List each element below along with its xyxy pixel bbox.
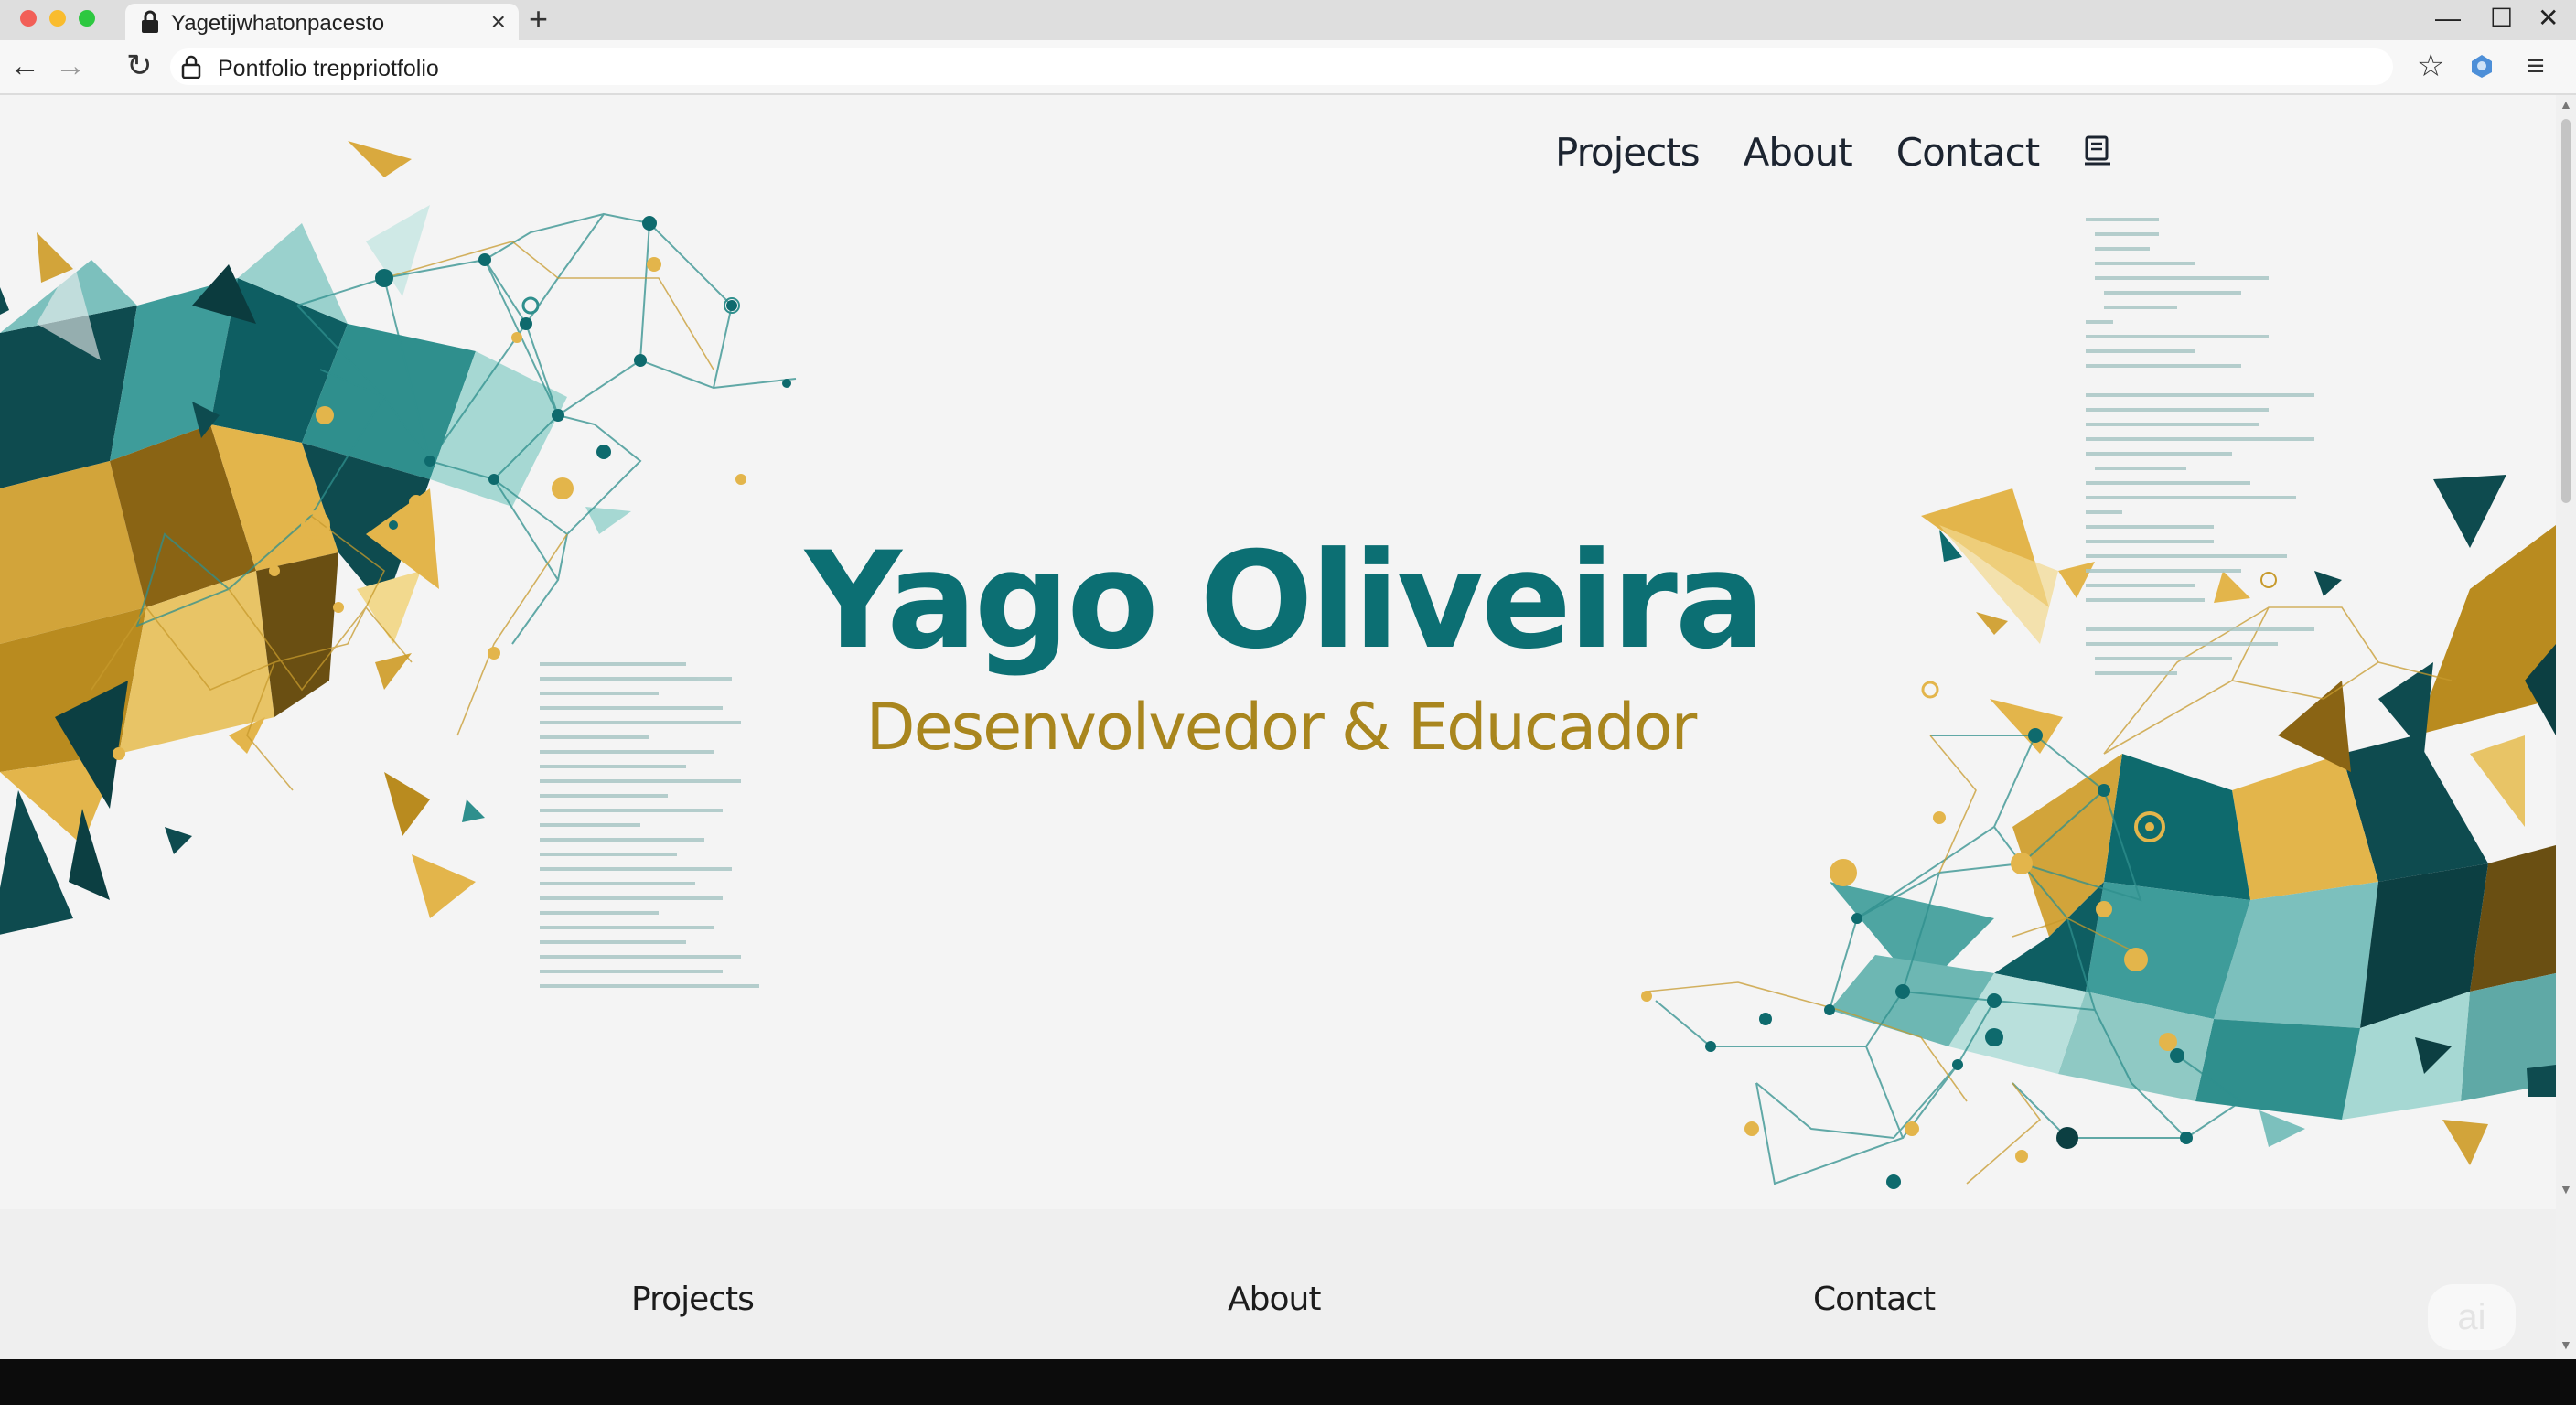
scroll-down-icon[interactable]: ▼ [2560, 1182, 2572, 1196]
ai-watermark-badge: ai [2428, 1284, 2516, 1350]
forward-button[interactable]: → [55, 48, 86, 84]
hero-role: Desenvolvedor & Educador [865, 690, 1698, 765]
browser-tab-active[interactable]: Yagetijwhatonpacesto × [125, 4, 519, 40]
scrollbar-thumb[interactable] [2561, 119, 2571, 503]
scroll-end-icon[interactable]: ▼ [2560, 1337, 2572, 1352]
document-icon[interactable] [2083, 134, 2112, 171]
extension-icon[interactable] [2468, 51, 2496, 88]
tab-close-icon[interactable]: × [491, 9, 506, 35]
nav-link-contact[interactable]: Contact [1896, 130, 2040, 175]
window-close-dot[interactable] [20, 10, 37, 27]
browser-tab-strip: Yagetijwhatonpacesto × + — ☐ ✕ [0, 0, 2576, 40]
left-polygon-cluster [0, 141, 797, 988]
window-zoom-dot[interactable] [79, 10, 95, 27]
hero-name: Yago Oliveira [805, 523, 1765, 679]
new-tab-button[interactable]: + [529, 3, 548, 36]
vertical-scrollbar[interactable]: ▲ ▼ ▼ [2556, 95, 2576, 1359]
address-bar[interactable]: Pontfolio treppriotfolio [170, 48, 2393, 85]
right-polygon-cluster [1641, 218, 2556, 1189]
window-minimize-dot[interactable] [49, 10, 66, 27]
footer-link-projects[interactable]: Projects [631, 1281, 755, 1318]
portfolio-page: Projects About Contact Yago Oliveira Des… [0, 95, 2556, 1359]
tab-title: Yagetijwhatonpacesto [171, 11, 385, 36]
window-close-button[interactable]: ✕ [2538, 4, 2559, 33]
top-navigation: Projects About Contact [1555, 130, 2112, 175]
back-button[interactable]: ← [9, 48, 40, 84]
nav-link-about[interactable]: About [1744, 130, 1853, 175]
bookmark-star-icon[interactable]: ☆ [2417, 48, 2444, 84]
reload-button[interactable]: ↻ [126, 48, 153, 84]
lock-icon [181, 55, 201, 83]
lock-icon [140, 10, 160, 38]
browser-toolbar: ← → ↻ Pontfolio treppriotfolio ☆ ≡ [0, 40, 2576, 95]
minimize-button[interactable]: — [2435, 4, 2461, 33]
footer-link-contact[interactable]: Contact [1813, 1281, 1936, 1318]
footer-link-about[interactable]: About [1228, 1281, 1321, 1318]
scroll-up-icon[interactable]: ▲ [2560, 97, 2572, 112]
nav-link-projects[interactable]: Projects [1555, 130, 1701, 175]
footer-navigation: Projects About Contact [0, 1209, 2556, 1359]
maximize-button[interactable]: ☐ [2490, 4, 2513, 33]
hero-section: Projects About Contact Yago Oliveira Des… [0, 95, 2556, 1209]
address-text: Pontfolio treppriotfolio [218, 56, 439, 81]
browser-menu-icon[interactable]: ≡ [2527, 48, 2545, 84]
